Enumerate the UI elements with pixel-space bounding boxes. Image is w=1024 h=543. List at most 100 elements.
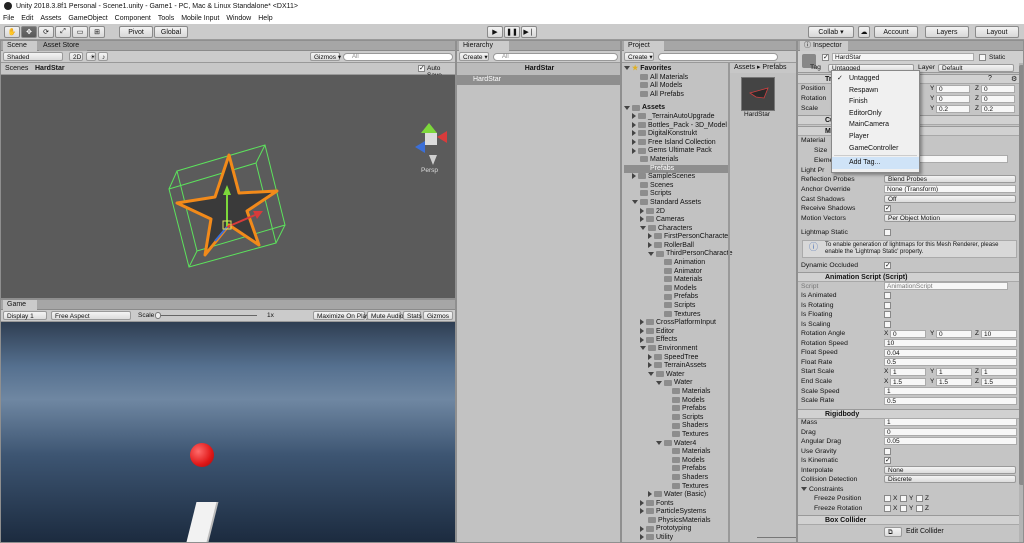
project-folder-row[interactable]: Standard Assets [624,199,728,208]
menu-help[interactable]: Help [258,15,272,22]
expand-arrow-closed-icon[interactable] [640,499,644,506]
project-folder-row[interactable]: Textures [624,483,728,492]
autosave-checkbox[interactable] [418,64,425,72]
project-folder-row[interactable]: PhysicsMaterials [624,517,728,526]
tab-hierarchy[interactable]: Hierarchy [459,41,509,51]
rotation-angle-x-field[interactable]: 0 [890,330,926,338]
thumb-size-slider[interactable] [757,537,796,538]
scene-breadcrumb-obj[interactable]: HardStar [35,65,65,72]
freeze-pos-x-checkbox[interactable] [884,495,891,502]
expand-arrow-closed-icon[interactable] [648,491,652,498]
expand-arrow-closed-icon[interactable] [632,173,636,180]
freeze-rot-y-checkbox[interactable] [900,505,907,512]
is-animated-checkbox[interactable] [884,292,891,299]
favorites-header[interactable]: ★ Favorites [624,65,728,74]
expand-arrow-open-icon[interactable] [648,251,654,256]
game-gizmos-dropdown[interactable]: Gizmos [423,311,453,320]
component-help-icon[interactable]: ? [988,75,992,82]
project-folder-row[interactable]: Scripts [624,302,728,311]
project-folder-row[interactable]: 2D [624,208,728,217]
position-z-field[interactable]: 0 [981,85,1015,93]
2d-toggle[interactable]: 2D [69,52,83,61]
project-folder-row[interactable]: Models [624,397,728,406]
scale-z-field[interactable]: 0.2 [981,105,1015,113]
use-gravity-checkbox[interactable] [884,448,891,455]
project-folder-row[interactable]: Materials [624,276,728,285]
receive-shadows-checkbox[interactable] [884,204,891,212]
lighting-toggle-icon[interactable]: ☀ [86,52,96,61]
expand-arrow-closed-icon[interactable] [640,525,644,532]
mute-audio-toggle[interactable]: Mute Audio [367,311,404,320]
project-folder-row[interactable]: Shaders [624,474,728,483]
shading-dropdown[interactable]: Shaded [3,52,63,61]
end-scale-x-field[interactable]: 1.5 [890,378,926,386]
lightmap-static-checkbox[interactable] [884,229,891,236]
project-search-input[interactable] [658,53,778,61]
project-folder-row[interactable]: Scripts [624,414,728,423]
expand-arrow-open-icon[interactable] [632,200,638,205]
expand-arrow-open-icon[interactable] [640,346,646,351]
tag-option-editoronly[interactable]: EditorOnly [832,108,919,120]
expand-arrow-closed-icon[interactable] [648,233,652,240]
project-folder-row[interactable]: ParticleSystems [624,508,728,517]
freeze-pos-z-checkbox[interactable] [916,495,923,502]
static-checkbox[interactable] [979,54,986,61]
scene-breadcrumb-root[interactable]: Scenes [5,65,28,72]
menu-mobile-input[interactable]: Mobile Input [181,15,219,22]
rotation-speed-field[interactable]: 10 [884,339,1017,347]
menu-edit[interactable]: Edit [21,15,33,22]
project-folder-row[interactable]: Environment [624,345,728,354]
breadcrumb-prefabs[interactable]: Prefabs [762,64,786,71]
interpolate-dropdown[interactable]: None [884,466,1016,474]
layout-dropdown[interactable]: Layout [975,26,1019,38]
dynamic-occluded-checkbox[interactable] [884,261,891,269]
start-scale-x-field[interactable]: 1 [890,368,926,376]
end-scale-z-field[interactable]: 1.5 [981,378,1017,386]
stats-toggle[interactable]: Stats [403,311,422,320]
animation-script-header[interactable]: Animation Script (Script) [798,272,1023,282]
float-rate-field[interactable]: 0.5 [884,358,1017,366]
hand-tool-icon[interactable]: ✋ [4,26,20,38]
project-folder-row[interactable]: Textures [624,431,728,440]
project-folder-row[interactable]: Water4 [624,440,728,449]
project-folder-row[interactable]: ThirdPersonCharacte [624,250,733,259]
pivot-toggle[interactable]: Pivot [119,26,153,38]
mass-field[interactable]: 1 [884,418,1017,426]
position-y-field[interactable]: 0 [936,85,970,93]
tag-option-maincamera[interactable]: MainCamera [832,119,919,131]
project-folder-row[interactable]: Utility [624,534,728,542]
edit-collider-button[interactable]: ⧉ [884,527,902,537]
component-settings-gear-icon[interactable]: ⚙ [1011,75,1017,83]
expand-arrow-closed-icon[interactable] [640,534,644,541]
cloud-icon[interactable]: ☁ [858,26,870,38]
menu-component[interactable]: Component [115,15,151,22]
tag-option-add-tag[interactable]: Add Tag... [832,157,919,169]
start-scale-z-field[interactable]: 1 [981,368,1017,376]
expand-arrow-closed-icon[interactable] [648,353,652,360]
prefab-thumbnail[interactable] [741,77,775,111]
project-create-dropdown[interactable]: Create ▾ [624,52,654,61]
project-folder-row[interactable]: _TerrainAutoUpgrade [624,113,728,122]
tag-option-untagged[interactable]: ✓ Untagged [832,73,919,85]
global-toggle[interactable]: Global [154,26,188,38]
active-checkbox[interactable] [822,53,829,61]
hierarchy-scene-header[interactable]: HardStar [457,63,620,75]
hierarchy-create-dropdown[interactable]: Create ▾ [459,52,489,61]
project-folder-row[interactable]: Prototyping [624,525,728,534]
rotate-tool-icon[interactable]: ⟳ [38,26,54,38]
inspector-scrollbar[interactable] [1019,63,1023,542]
expand-arrow-closed-icon[interactable] [632,121,636,128]
account-dropdown[interactable]: Account [874,26,918,38]
transform-tool-icon[interactable]: ⊞ [89,26,105,38]
project-folder-row[interactable]: Prefabs [624,405,728,414]
menu-assets[interactable]: Assets [40,15,61,22]
collision-detection-dropdown[interactable]: Discrete [884,475,1016,483]
project-folder-row[interactable]: Cameras [624,216,728,225]
tag-option-finish[interactable]: Finish [832,96,919,108]
expand-arrow-closed-icon[interactable] [640,319,644,326]
drag-field[interactable]: 0 [884,428,1017,436]
project-folder-row[interactable]: Animation [624,259,728,268]
layer-dropdown[interactable]: Default [938,64,1014,72]
expand-arrow-closed-icon[interactable] [640,207,644,214]
expand-arrow-closed-icon[interactable] [648,362,652,369]
